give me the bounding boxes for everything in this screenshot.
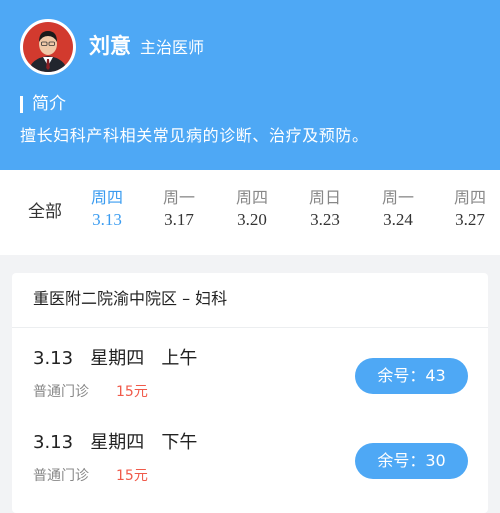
date-tab[interactable]: 周一 3.17	[149, 186, 209, 230]
slot-datetime: 3.13 星期四 下午	[33, 432, 198, 453]
slot-price: 15元	[116, 468, 148, 484]
remaining-slots-button[interactable]: 余号：43	[355, 358, 468, 394]
remaining-slots-button[interactable]: 余号：30	[355, 443, 468, 479]
date-tab-weekday: 周四	[453, 188, 486, 207]
date-tab-weekday: 周一	[162, 188, 195, 207]
date-tab-date: 3.13	[92, 210, 122, 229]
doctor-header: 刘意 主治医师 简介 擅长妇科产科相关常见病的诊断、治疗及预防。	[0, 0, 500, 170]
doctor-avatar	[20, 19, 76, 75]
date-tab[interactable]: 周四 3.27	[440, 186, 500, 230]
date-tab-date: 3.20	[237, 210, 267, 229]
divider	[12, 327, 488, 328]
slot-datetime: 3.13 星期四 上午	[33, 348, 198, 369]
tab-all[interactable]: 全部	[28, 201, 62, 223]
date-tab-date: 3.23	[310, 210, 340, 229]
date-tab-weekday: 周四	[90, 188, 123, 207]
date-tab[interactable]: 周四 3.13	[77, 186, 137, 230]
date-tab[interactable]: 周日 3.23	[295, 186, 355, 230]
intro-text: 擅长妇科产科相关常见病的诊断、治疗及预防。	[20, 126, 369, 145]
intro-heading: 简介	[32, 94, 66, 114]
doctor-name: 刘意	[89, 34, 131, 58]
date-tab[interactable]: 周四 3.20	[222, 186, 282, 230]
date-tab-weekday: 周一	[381, 188, 414, 207]
doctor-title: 主治医师	[140, 38, 205, 57]
slot-clinic-type: 普通门诊	[33, 468, 89, 484]
slot-clinic-type: 普通门诊	[33, 384, 89, 400]
date-tab-weekday: 周日	[308, 188, 341, 207]
date-tab-date: 3.24	[383, 210, 413, 229]
hospital-department: 重医附二院渝中院区 – 妇科	[33, 289, 228, 308]
intro-marker	[20, 96, 23, 113]
date-tab-date: 3.27	[455, 210, 485, 229]
date-tab-date: 3.17	[164, 210, 194, 229]
slot-price: 15元	[116, 384, 148, 400]
date-tab-weekday: 周四	[235, 188, 268, 207]
date-tab[interactable]: 周一 3.24	[368, 186, 428, 230]
